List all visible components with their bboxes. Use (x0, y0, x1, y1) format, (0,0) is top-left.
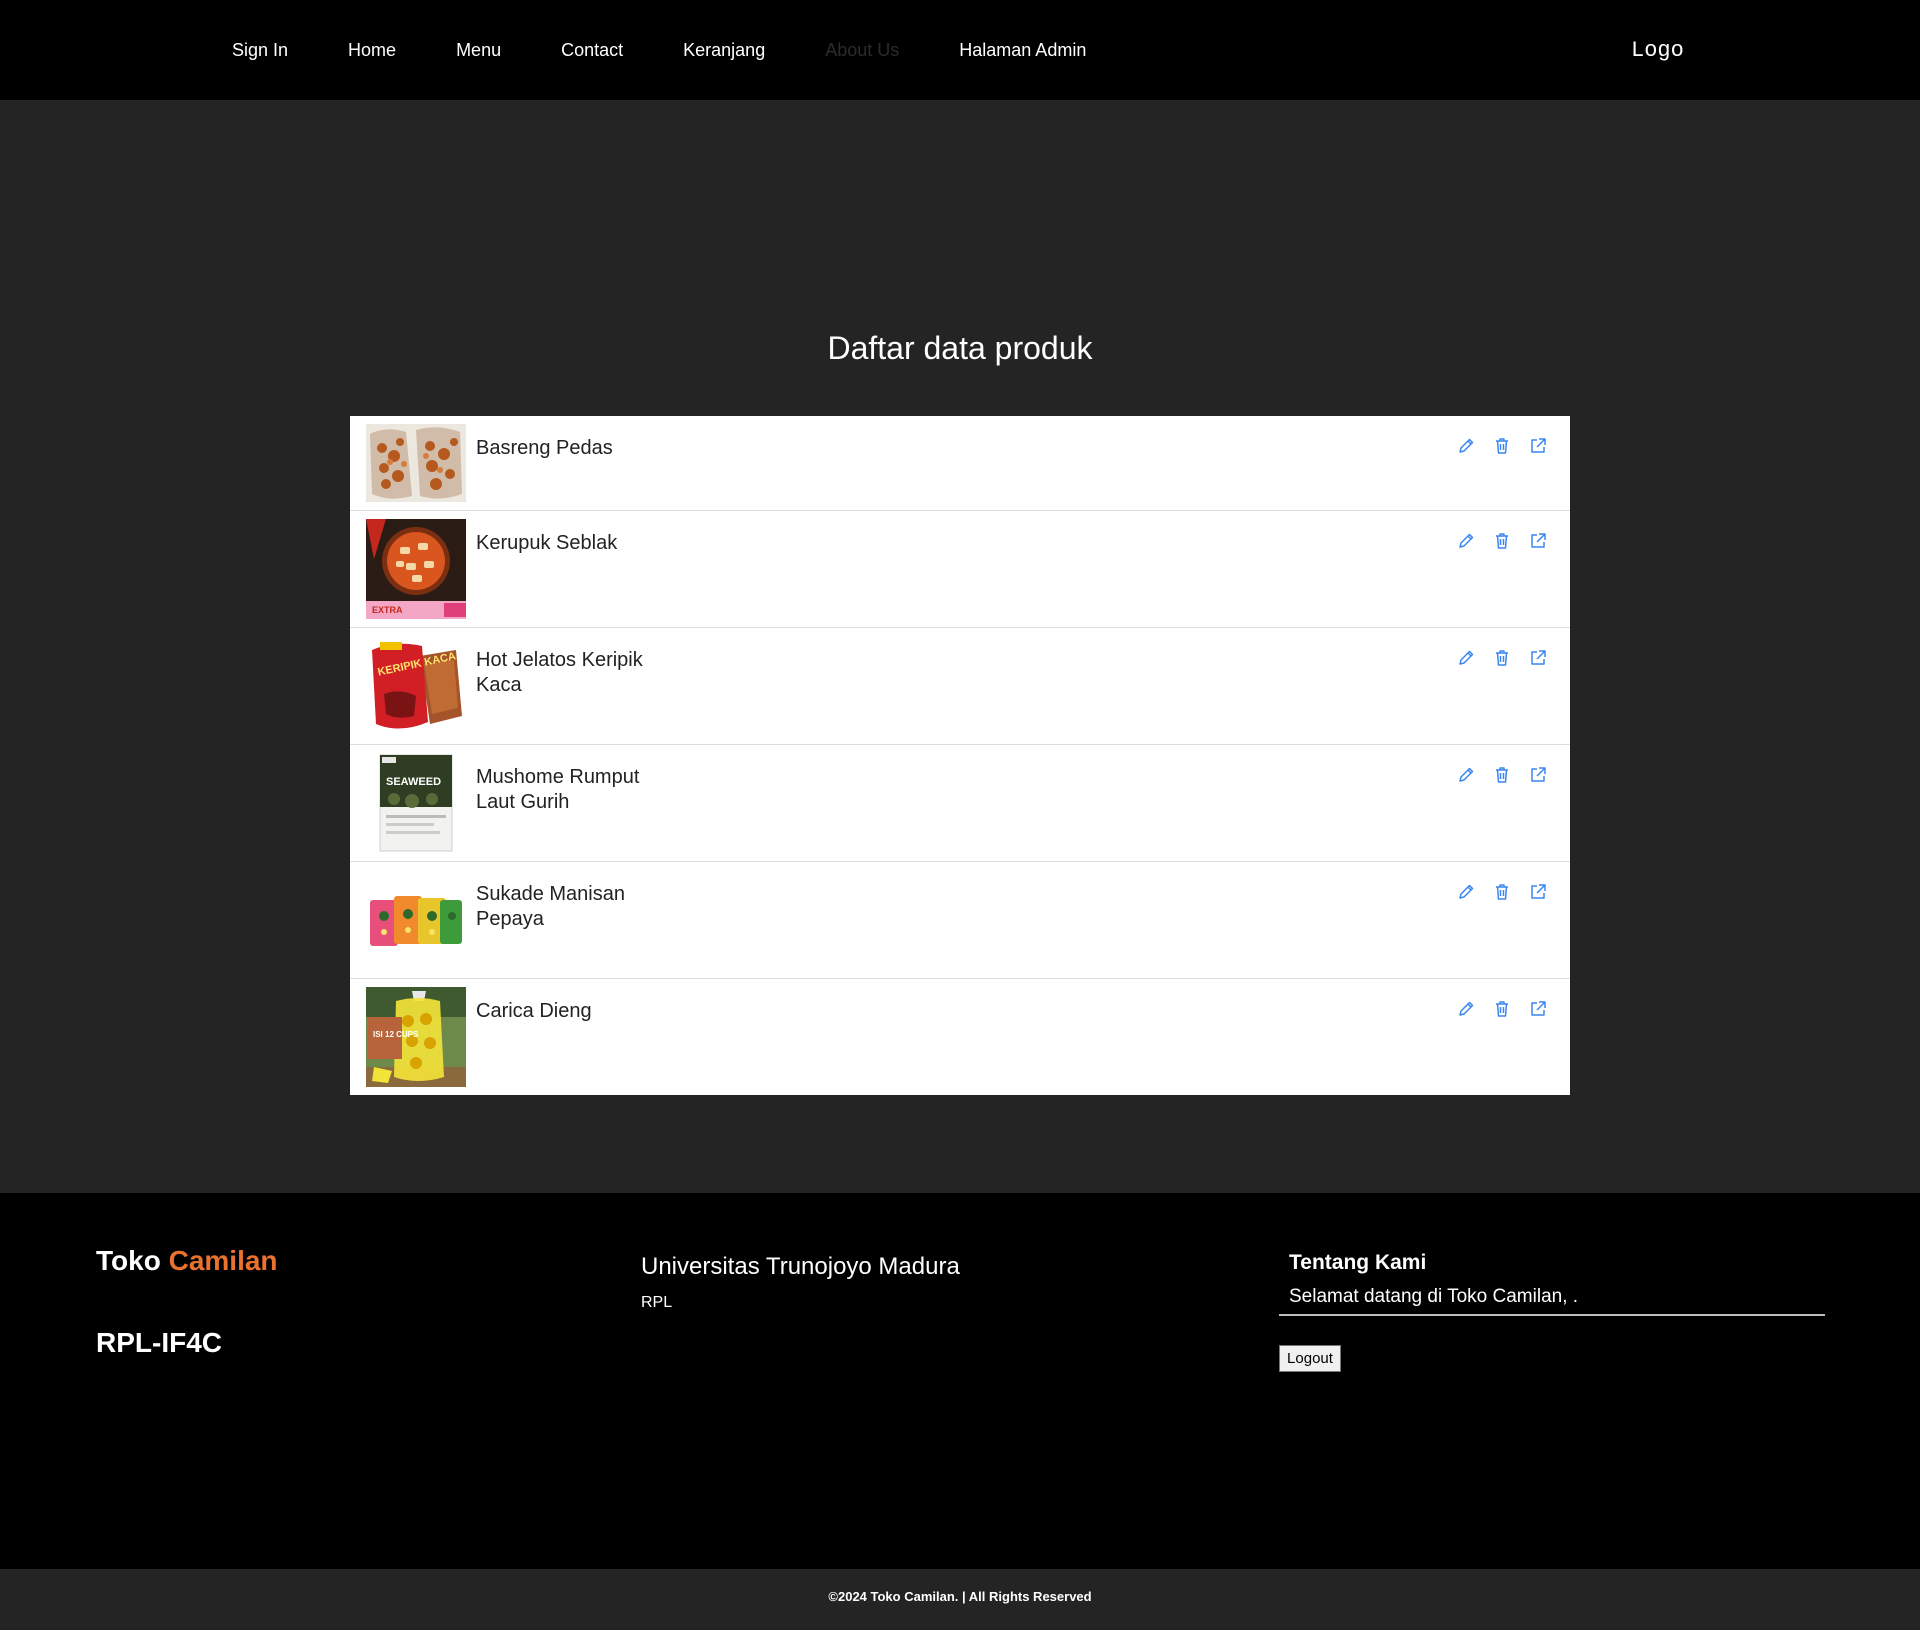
edit-icon[interactable] (1456, 882, 1476, 902)
copyright: ©2024 Toko Camilan. | All Rights Reserve… (828, 1589, 1092, 1604)
external-link-icon[interactable] (1528, 648, 1548, 668)
product-name: Mushome Rumput Laut Gurih (476, 766, 640, 813)
edit-icon[interactable] (1456, 436, 1476, 456)
trash-icon[interactable] (1492, 882, 1512, 902)
thumb-text: ISI 12 CUPS (373, 1030, 419, 1039)
product-list: Basreng Pedas EXTRA Kerupuk Seblak KERIP… (350, 416, 1570, 1095)
product-actions (1456, 648, 1548, 668)
thumb-text: EXTRA (372, 605, 403, 615)
product-row: Basreng Pedas (350, 416, 1570, 511)
external-link-icon[interactable] (1528, 531, 1548, 551)
class-code: RPL-IF4C (96, 1327, 222, 1358)
product-thumbnail: SEAWEED (366, 753, 466, 853)
edit-icon[interactable] (1456, 531, 1476, 551)
footer-brand: Toko Camilan (96, 1245, 278, 1277)
brand-first-word: Toko (96, 1245, 161, 1276)
product-thumbnail: EXTRA (366, 519, 466, 619)
product-thumbnail (366, 870, 466, 970)
logo-link[interactable]: Logo (1631, 38, 1684, 63)
product-row: EXTRA Kerupuk Seblak (350, 511, 1570, 628)
product-thumbnail (366, 424, 466, 502)
product-actions (1456, 765, 1548, 785)
university-name: Universitas Trunojoyo Madura (641, 1253, 960, 1280)
welcome-text: Selamat datang di Toko Camilan, . (1279, 1282, 1825, 1316)
trash-icon[interactable] (1492, 531, 1512, 551)
external-link-icon[interactable] (1528, 436, 1548, 456)
nav-keranjang[interactable]: Keranjang (683, 40, 765, 61)
trash-icon[interactable] (1492, 436, 1512, 456)
nav-sign-in[interactable]: Sign In (232, 40, 288, 61)
product-actions (1456, 999, 1548, 1019)
logout-button[interactable]: Logout (1279, 1345, 1341, 1372)
nav-links: Sign In Home Menu Contact Keranjang Abou… (232, 0, 1146, 100)
nav-menu[interactable]: Menu (456, 40, 501, 61)
about-title: Tentang Kami (1289, 1251, 1427, 1274)
product-thumbnail: ISI 12 CUPS (366, 987, 466, 1087)
product-name: Hot Jelatos Keripik Kaca (476, 649, 643, 696)
product-actions (1456, 436, 1548, 456)
edit-icon[interactable] (1456, 648, 1476, 668)
trash-icon[interactable] (1492, 999, 1512, 1019)
external-link-icon[interactable] (1528, 765, 1548, 785)
thumb-text: SEAWEED (386, 776, 441, 788)
product-actions (1456, 531, 1548, 551)
product-thumbnail: KERIPIK KACA (366, 636, 466, 736)
product-row: ISI 12 CUPS Carica Dieng (350, 979, 1570, 1095)
external-link-icon[interactable] (1528, 999, 1548, 1019)
university-sub: RPL (641, 1294, 673, 1311)
product-actions (1456, 882, 1548, 902)
page-title: Daftar data produk (827, 330, 1093, 366)
nav-home[interactable]: Home (348, 40, 396, 61)
edit-icon[interactable] (1456, 765, 1476, 785)
navbar: Sign In Home Menu Contact Keranjang Abou… (0, 0, 1920, 100)
nav-halaman-admin[interactable]: Halaman Admin (959, 40, 1086, 61)
external-link-icon[interactable] (1528, 882, 1548, 902)
brand-second-word: Camilan (168, 1245, 278, 1276)
product-row: Sukade Manisan Pepaya (350, 862, 1570, 979)
product-row: KERIPIK KACA Hot Jelatos Keripik Kaca (350, 628, 1570, 745)
product-name: Kerupuk Seblak (476, 532, 618, 554)
trash-icon[interactable] (1492, 648, 1512, 668)
footer: Toko Camilan RPL-IF4C Universitas Trunoj… (0, 1193, 1920, 1569)
trash-icon[interactable] (1492, 765, 1512, 785)
product-name: Sukade Manisan Pepaya (476, 883, 625, 930)
product-name: Carica Dieng (476, 1000, 592, 1022)
nav-contact[interactable]: Contact (561, 40, 623, 61)
edit-icon[interactable] (1456, 999, 1476, 1019)
product-name: Basreng Pedas (476, 437, 613, 459)
product-row: SEAWEED Mushome Rumput Laut Gurih (350, 745, 1570, 862)
nav-about-us[interactable]: About Us (825, 40, 899, 61)
